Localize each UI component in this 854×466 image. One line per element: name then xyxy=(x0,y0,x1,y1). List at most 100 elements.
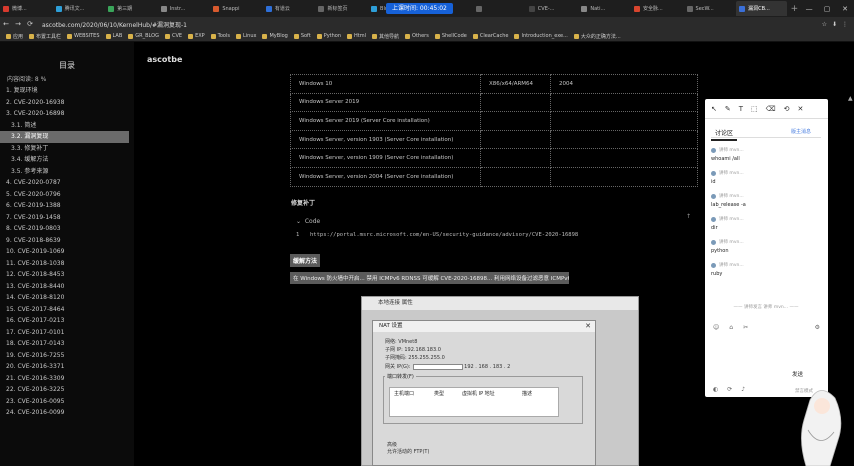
browser-tab[interactable]: SecW... xyxy=(684,1,735,16)
close-window-icon[interactable]: ✕ xyxy=(836,5,854,13)
browser-tab[interactable]: Snappi xyxy=(210,1,261,16)
bookmark-item[interactable]: WEBSITES xyxy=(67,33,100,39)
toc-item[interactable]: 4. CVE-2020-0787 xyxy=(0,177,134,189)
new-tab-button[interactable]: + xyxy=(789,4,800,14)
toc-item[interactable]: 2. CVE-2020-16938 xyxy=(0,97,134,109)
browser-tab[interactable]: 漏洞CB... xyxy=(736,1,787,16)
gateway-ip-input[interactable] xyxy=(412,363,463,370)
bookmark-item[interactable]: CVE xyxy=(164,33,182,39)
toc-item[interactable]: 3.2. 漏洞复现 xyxy=(0,131,129,143)
browser-tab[interactable]: CVE-... xyxy=(526,1,577,16)
col-description: 描述 xyxy=(522,391,533,397)
toc-item[interactable]: 11. CVE-2018-1038 xyxy=(0,258,134,270)
back-to-top-icon[interactable]: ↑ xyxy=(686,213,691,220)
bookmark-item[interactable]: MyBlog xyxy=(262,33,288,39)
back-icon[interactable]: ← xyxy=(0,20,12,28)
browser-tab[interactable]: 安全脉... xyxy=(631,1,682,16)
forward-icon[interactable]: → xyxy=(12,20,24,28)
bookmark-item[interactable]: 应用 xyxy=(6,33,23,40)
toc-item[interactable]: 19. CVE-2016-7255 xyxy=(0,350,134,362)
toc-item[interactable]: 21. CVE-2016-3309 xyxy=(0,373,134,385)
toc-item[interactable]: 17. CVE-2017-0101 xyxy=(0,327,134,339)
bookmark-label: 大众的正确方法... xyxy=(580,33,621,40)
close-panel-icon[interactable]: ✕ xyxy=(797,105,803,113)
browser-tab[interactable]: 腾讯文... xyxy=(53,1,104,16)
toc-item[interactable]: 7. CVE-2019-1458 xyxy=(0,212,134,224)
bookmark-item[interactable]: Introduction_exe... xyxy=(514,33,568,39)
settings-icon[interactable]: ⚙ xyxy=(815,324,820,331)
toc-item[interactable]: 3.5. 参考来源 xyxy=(0,166,134,178)
toc-item[interactable]: 9. CVE-2018-8639 xyxy=(0,235,134,247)
browser-tab[interactable]: 微博... xyxy=(0,1,51,16)
bookmark-item[interactable]: Python xyxy=(316,33,341,39)
scissors-icon[interactable]: ✂ xyxy=(743,324,748,331)
home-icon[interactable]: ⌂ xyxy=(729,324,733,331)
ftp-checkbox[interactable]: 允许活动的 FTP(T) xyxy=(387,448,429,455)
code-block-header[interactable]: ⌄ Code xyxy=(296,218,320,225)
bookmark-item[interactable]: ClearCache xyxy=(472,33,508,39)
site-title[interactable]: ascotbe xyxy=(147,55,182,64)
pointer-icon[interactable]: ↖ xyxy=(711,105,717,113)
browser-tab[interactable]: Nati... xyxy=(578,1,629,16)
url-field[interactable]: ascotbe.com/2020/06/10/KernelHub/#漏洞复现-1 xyxy=(42,20,187,29)
bookmark-item[interactable]: 布置工具栏 xyxy=(29,33,61,40)
toc-item[interactable]: 20. CVE-2016-3371 xyxy=(0,361,134,373)
bookmark-item[interactable]: EXP xyxy=(188,33,205,39)
bookmark-item[interactable]: LAB xyxy=(105,33,122,39)
browser-tab[interactable]: 第三期 xyxy=(105,1,156,16)
toc-item[interactable]: 16. CVE-2017-0213 xyxy=(0,315,134,327)
shape-icon[interactable]: ⬚ xyxy=(751,105,758,113)
toc-item[interactable]: 18. CVE-2017-0143 xyxy=(0,338,134,350)
toc-item[interactable]: 15. CVE-2017-8464 xyxy=(0,304,134,316)
browser-tab[interactable]: Instr... xyxy=(158,1,209,16)
eraser-icon[interactable]: ⌫ xyxy=(766,105,776,113)
menu-icon[interactable]: ⋮ xyxy=(842,21,848,28)
toc-item[interactable]: 3.4. 缓解方法 xyxy=(0,154,134,166)
toc-item[interactable]: 6. CVE-2019-1388 xyxy=(0,200,134,212)
bookmark-star-icon[interactable]: ☆ xyxy=(822,21,827,28)
port-forwarding-grid[interactable]: 主机端口 类型 虚拟机 IP 地址 描述 xyxy=(389,387,559,417)
text-icon[interactable]: T xyxy=(739,105,743,113)
bookmark-item[interactable]: Soft xyxy=(293,33,311,39)
bookmark-item[interactable]: GR_BLOG xyxy=(128,33,159,39)
close-icon[interactable]: ✕ xyxy=(585,322,591,330)
send-button[interactable]: 发送 xyxy=(792,370,803,378)
toc-item[interactable]: 24. CVE-2016-0099 xyxy=(0,407,134,419)
tab-discussion[interactable]: 讨论区 xyxy=(711,128,738,141)
refresh-icon[interactable]: ⟳ xyxy=(727,386,732,393)
browser-tab[interactable]: 有道云 xyxy=(263,1,314,16)
toc-item[interactable]: 3. CVE-2020-16898 xyxy=(0,108,134,120)
bookmark-item[interactable]: ShellCode xyxy=(434,33,467,39)
field-gateway-ip[interactable]: 网关 IP(G): 192 . 168 . 183 . 2 xyxy=(385,363,510,370)
pen-icon[interactable]: ✎ xyxy=(725,105,731,113)
browser-tab[interactable]: 新标签页 xyxy=(315,1,366,16)
toc-item[interactable]: 14. CVE-2018-8120 xyxy=(0,292,134,304)
bookmark-item[interactable]: 大众的正确方法... xyxy=(573,33,621,40)
bookmark-item[interactable]: Tools xyxy=(210,33,230,39)
undo-icon[interactable]: ⟲ xyxy=(784,105,790,113)
maximize-icon[interactable]: ▢ xyxy=(818,5,836,13)
download-icon[interactable]: ⬇ xyxy=(832,21,837,28)
tab-moderator[interactable]: 版主消息 xyxy=(791,128,811,135)
emoji-icon[interactable]: ☺ xyxy=(713,324,719,331)
minimize-icon[interactable]: — xyxy=(800,5,818,13)
toc-item[interactable]: 12. CVE-2018-8453 xyxy=(0,269,134,281)
toc-item[interactable]: 23. CVE-2016-0095 xyxy=(0,396,134,408)
toc-item[interactable]: 10. CVE-2019-1069 xyxy=(0,246,134,258)
toc-item[interactable]: 5. CVE-2020-0796 xyxy=(0,189,134,201)
toc-item[interactable]: 3.3. 修复补丁 xyxy=(0,143,134,155)
toc-item[interactable]: 8. CVE-2019-0803 xyxy=(0,223,134,235)
toc-item[interactable]: 1. 复现环境 xyxy=(0,85,134,97)
mode-icon[interactable]: ◐ xyxy=(713,386,718,393)
reload-icon[interactable]: ⟳ xyxy=(24,20,36,28)
toc-item[interactable]: 13. CVE-2018-8440 xyxy=(0,281,134,293)
toc-item[interactable]: 3.1. 简述 xyxy=(0,120,134,132)
toc-item[interactable]: 22. CVE-2016-3225 xyxy=(0,384,134,396)
bookmark-item[interactable]: Linux xyxy=(236,33,256,39)
bookmark-item[interactable]: Others xyxy=(405,33,429,39)
browser-tab[interactable] xyxy=(473,1,524,16)
audio-icon[interactable]: ♪ xyxy=(741,386,745,393)
bookmark-item[interactable]: Html xyxy=(347,33,366,39)
scroll-up-icon[interactable]: ▲ xyxy=(848,95,853,102)
bookmark-item[interactable]: 其他导航 xyxy=(372,33,399,40)
